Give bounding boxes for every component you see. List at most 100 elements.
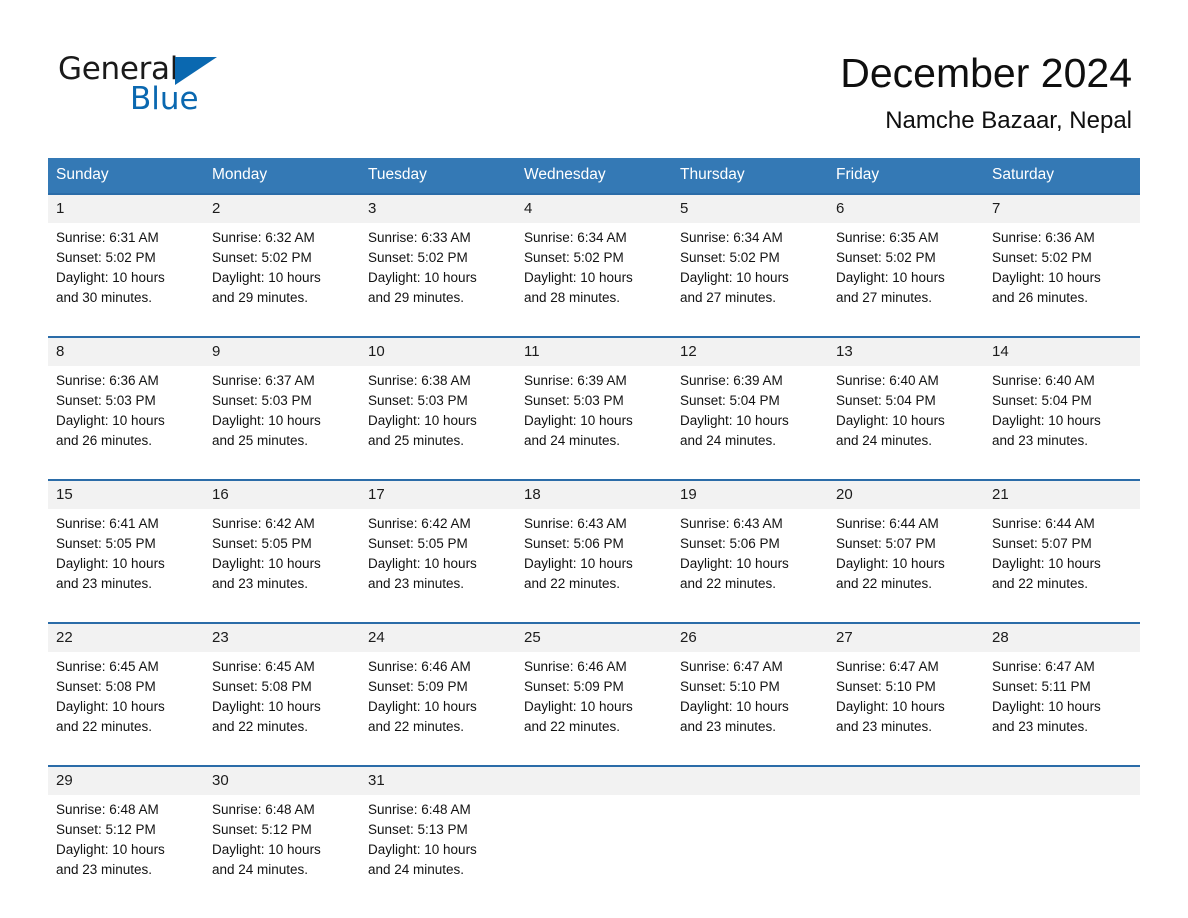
day-cell[interactable]: Sunrise: 6:43 AM Sunset: 5:06 PM Dayligh…	[516, 509, 672, 623]
day-number[interactable]: 1	[48, 193, 204, 223]
weekday-header-sunday: Sunday	[48, 158, 204, 194]
day-number[interactable]: 19	[672, 479, 828, 509]
daylight-text-line2: and 24 minutes.	[212, 862, 309, 877]
sunset-text: Sunset: 5:04 PM	[992, 393, 1092, 408]
day-number[interactable]: 2	[204, 193, 360, 223]
daylight-text-line2: and 27 minutes.	[680, 290, 777, 305]
sunrise-text: Sunrise: 6:42 AM	[368, 516, 471, 531]
day-number[interactable]: 31	[360, 765, 516, 795]
day-cell[interactable]: Sunrise: 6:37 AM Sunset: 5:03 PM Dayligh…	[204, 366, 360, 480]
day-number[interactable]: 11	[516, 336, 672, 366]
day-number[interactable]: 23	[204, 622, 360, 652]
daylight-text-line1: Daylight: 10 hours	[992, 413, 1101, 428]
day-number[interactable]: 15	[48, 479, 204, 509]
daylight-text-line1: Daylight: 10 hours	[524, 270, 633, 285]
sunrise-text: Sunrise: 6:43 AM	[680, 516, 783, 531]
day-cell-empty	[516, 795, 672, 908]
day-cell[interactable]: Sunrise: 6:48 AM Sunset: 5:12 PM Dayligh…	[48, 795, 204, 908]
day-cell[interactable]: Sunrise: 6:34 AM Sunset: 5:02 PM Dayligh…	[516, 223, 672, 337]
day-number[interactable]: 21	[984, 479, 1140, 509]
weekday-header-tuesday: Tuesday	[360, 158, 516, 194]
daylight-text-line2: and 22 minutes.	[992, 576, 1089, 591]
day-cell[interactable]: Sunrise: 6:39 AM Sunset: 5:04 PM Dayligh…	[672, 366, 828, 480]
day-cell[interactable]: Sunrise: 6:43 AM Sunset: 5:06 PM Dayligh…	[672, 509, 828, 623]
generalblue-logo[interactable]: General Blue	[58, 52, 298, 118]
day-number[interactable]: 22	[48, 622, 204, 652]
day-cell[interactable]: Sunrise: 6:36 AM Sunset: 5:02 PM Dayligh…	[984, 223, 1140, 337]
day-cell[interactable]: Sunrise: 6:44 AM Sunset: 5:07 PM Dayligh…	[984, 509, 1140, 623]
day-number[interactable]: 18	[516, 479, 672, 509]
day-cell[interactable]: Sunrise: 6:48 AM Sunset: 5:13 PM Dayligh…	[360, 795, 516, 908]
sunset-text: Sunset: 5:09 PM	[524, 679, 624, 694]
day-cell[interactable]: Sunrise: 6:31 AM Sunset: 5:02 PM Dayligh…	[48, 223, 204, 337]
daylight-text-line1: Daylight: 10 hours	[836, 699, 945, 714]
daylight-text-line2: and 23 minutes.	[212, 576, 309, 591]
daylight-text-line2: and 27 minutes.	[836, 290, 933, 305]
sunrise-text: Sunrise: 6:45 AM	[56, 659, 159, 674]
day-cell[interactable]: Sunrise: 6:33 AM Sunset: 5:02 PM Dayligh…	[360, 223, 516, 337]
calendar-page: General Blue December 2024 Namche Bazaar…	[0, 0, 1188, 918]
day-cell[interactable]: Sunrise: 6:41 AM Sunset: 5:05 PM Dayligh…	[48, 509, 204, 623]
day-number[interactable]: 3	[360, 193, 516, 223]
day-cell[interactable]: Sunrise: 6:40 AM Sunset: 5:04 PM Dayligh…	[828, 366, 984, 480]
calendar-week-row: 1 2 3 4 5 6 7	[48, 193, 1140, 223]
day-number[interactable]: 13	[828, 336, 984, 366]
day-number[interactable]: 26	[672, 622, 828, 652]
sunset-text: Sunset: 5:03 PM	[368, 393, 468, 408]
day-number[interactable]: 4	[516, 193, 672, 223]
day-cell[interactable]: Sunrise: 6:38 AM Sunset: 5:03 PM Dayligh…	[360, 366, 516, 480]
day-cell[interactable]: Sunrise: 6:45 AM Sunset: 5:08 PM Dayligh…	[204, 652, 360, 766]
day-cell[interactable]: Sunrise: 6:45 AM Sunset: 5:08 PM Dayligh…	[48, 652, 204, 766]
day-cell[interactable]: Sunrise: 6:44 AM Sunset: 5:07 PM Dayligh…	[828, 509, 984, 623]
day-cell[interactable]: Sunrise: 6:46 AM Sunset: 5:09 PM Dayligh…	[360, 652, 516, 766]
sunrise-text: Sunrise: 6:44 AM	[836, 516, 939, 531]
day-number[interactable]: 20	[828, 479, 984, 509]
day-cell[interactable]: Sunrise: 6:35 AM Sunset: 5:02 PM Dayligh…	[828, 223, 984, 337]
day-number[interactable]: 12	[672, 336, 828, 366]
sunset-text: Sunset: 5:02 PM	[368, 250, 468, 265]
day-cell[interactable]: Sunrise: 6:36 AM Sunset: 5:03 PM Dayligh…	[48, 366, 204, 480]
sunrise-text: Sunrise: 6:46 AM	[524, 659, 627, 674]
sunset-text: Sunset: 5:11 PM	[992, 679, 1091, 694]
day-cell[interactable]: Sunrise: 6:40 AM Sunset: 5:04 PM Dayligh…	[984, 366, 1140, 480]
daylight-text-line2: and 23 minutes.	[992, 433, 1089, 448]
day-number[interactable]: 9	[204, 336, 360, 366]
day-cell[interactable]: Sunrise: 6:47 AM Sunset: 5:11 PM Dayligh…	[984, 652, 1140, 766]
day-number[interactable]: 29	[48, 765, 204, 795]
day-cell[interactable]: Sunrise: 6:42 AM Sunset: 5:05 PM Dayligh…	[204, 509, 360, 623]
weekday-header-friday: Friday	[828, 158, 984, 194]
day-number[interactable]: 27	[828, 622, 984, 652]
day-number[interactable]: 24	[360, 622, 516, 652]
day-number-empty	[828, 765, 984, 795]
day-number[interactable]: 28	[984, 622, 1140, 652]
daylight-text-line2: and 23 minutes.	[992, 719, 1089, 734]
day-number[interactable]: 14	[984, 336, 1140, 366]
day-number[interactable]: 30	[204, 765, 360, 795]
sunset-text: Sunset: 5:03 PM	[212, 393, 312, 408]
day-cell[interactable]: Sunrise: 6:42 AM Sunset: 5:05 PM Dayligh…	[360, 509, 516, 623]
day-number[interactable]: 8	[48, 336, 204, 366]
day-number[interactable]: 17	[360, 479, 516, 509]
day-cell[interactable]: Sunrise: 6:39 AM Sunset: 5:03 PM Dayligh…	[516, 366, 672, 480]
day-number[interactable]: 6	[828, 193, 984, 223]
day-cell[interactable]: Sunrise: 6:47 AM Sunset: 5:10 PM Dayligh…	[828, 652, 984, 766]
day-cell-empty	[984, 795, 1140, 908]
day-number[interactable]: 25	[516, 622, 672, 652]
sunrise-text: Sunrise: 6:47 AM	[680, 659, 783, 674]
day-cell[interactable]: Sunrise: 6:34 AM Sunset: 5:02 PM Dayligh…	[672, 223, 828, 337]
sunrise-text: Sunrise: 6:46 AM	[368, 659, 471, 674]
daylight-text-line1: Daylight: 10 hours	[680, 413, 789, 428]
sunrise-text: Sunrise: 6:44 AM	[992, 516, 1095, 531]
daylight-text-line1: Daylight: 10 hours	[680, 699, 789, 714]
day-number[interactable]: 5	[672, 193, 828, 223]
daylight-text-line2: and 23 minutes.	[56, 576, 153, 591]
day-number[interactable]: 16	[204, 479, 360, 509]
day-cell[interactable]: Sunrise: 6:46 AM Sunset: 5:09 PM Dayligh…	[516, 652, 672, 766]
daylight-text-line1: Daylight: 10 hours	[680, 556, 789, 571]
sunset-text: Sunset: 5:05 PM	[212, 536, 312, 551]
day-cell[interactable]: Sunrise: 6:48 AM Sunset: 5:12 PM Dayligh…	[204, 795, 360, 908]
day-cell[interactable]: Sunrise: 6:47 AM Sunset: 5:10 PM Dayligh…	[672, 652, 828, 766]
day-cell[interactable]: Sunrise: 6:32 AM Sunset: 5:02 PM Dayligh…	[204, 223, 360, 337]
day-number[interactable]: 7	[984, 193, 1140, 223]
day-number[interactable]: 10	[360, 336, 516, 366]
